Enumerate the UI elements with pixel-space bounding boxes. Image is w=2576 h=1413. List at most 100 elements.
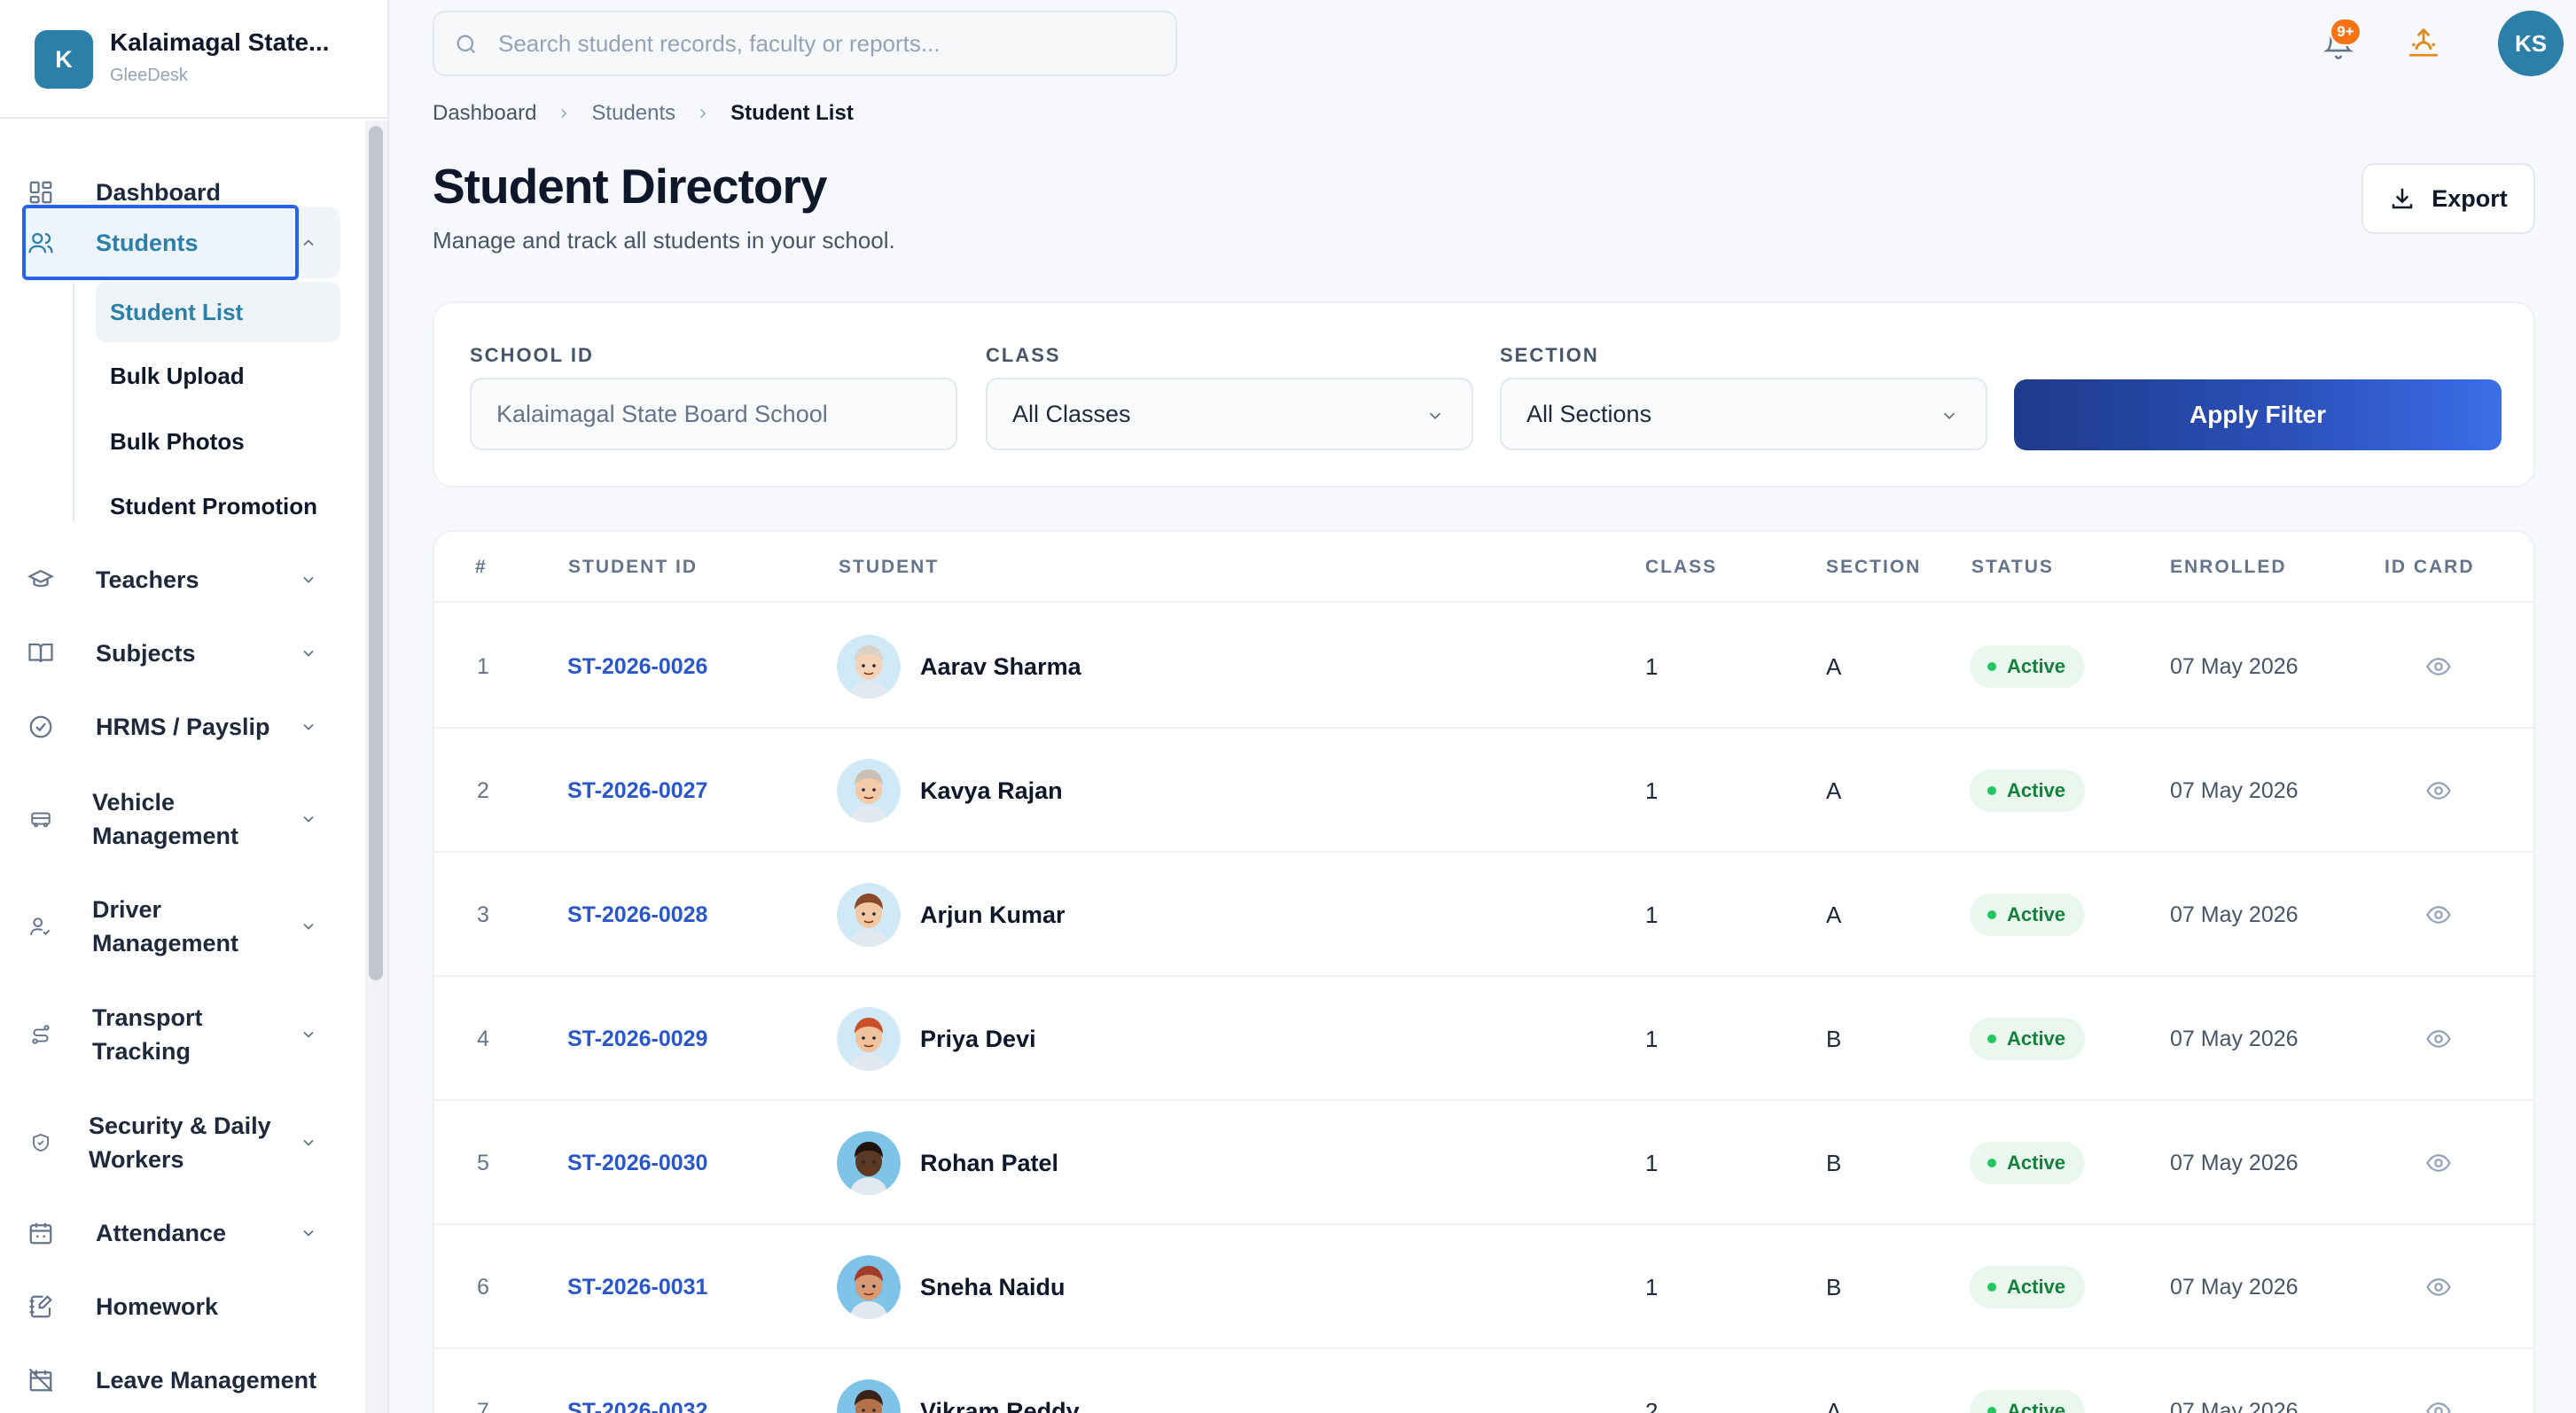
sidebar-subitem-student-list[interactable]: Student List [96,282,340,342]
table-row[interactable]: 4 ST-2026-0029 Priya Devi 1 B Active 07 … [434,977,2533,1101]
section-select[interactable]: All Sections [1500,378,1987,450]
student-class: 1 [1645,901,1659,928]
view-id-card-button[interactable] [2425,1101,2455,1225]
column-header-enrolled[interactable]: ENROLLED [2170,557,2287,578]
sidebar-item-label: Driver Management [92,896,239,956]
sidebar-item-hrms-payslip[interactable]: HRMS / Payslip [25,702,340,752]
student-id-link[interactable]: ST-2026-0027 [567,729,707,853]
student-cell: Vikram Reddy [837,1349,1080,1413]
status-badge: Active [1970,894,2086,936]
sidebar-item-attendance[interactable]: Attendance [25,1208,340,1258]
sidebar-item-subjects[interactable]: Subjects [25,628,340,678]
brand-logo[interactable]: K [35,30,93,89]
status-dot [1987,1283,1996,1292]
export-button[interactable]: Export [2361,163,2535,234]
search-input[interactable] [498,12,1154,74]
status-badge: Active [1970,1266,2086,1308]
chevron-down-icon[interactable] [300,718,317,736]
student-id-link[interactable]: ST-2026-0026 [567,605,707,729]
chevron-down-icon[interactable] [300,1224,317,1242]
search-box[interactable] [433,11,1177,76]
sidebar-subitem-student-promotion[interactable]: Student Promotion [96,476,340,536]
column-header-status[interactable]: STATUS [1971,557,2054,578]
sidebar-item-teachers[interactable]: Teachers [25,555,340,605]
column-header-student-id[interactable]: STUDENT ID [568,557,698,578]
view-id-card-button[interactable] [2425,729,2455,853]
school-id-label: SCHOOL ID [470,344,594,366]
enrolled-date: 07 May 2026 [2170,653,2299,679]
sidebar: K Kalaimagal State... GleeDesk Dashboard… [0,0,389,1413]
view-id-card-button[interactable] [2425,1349,2455,1413]
view-id-card-button[interactable] [2425,853,2455,977]
sidebar-item-transport-tracking[interactable]: Transport Tracking [25,999,340,1070]
chevron-up-icon[interactable] [300,234,317,252]
eye-icon [2425,777,2452,804]
table-row[interactable]: 7 ST-2026-0032 Vikram Reddy 2 A Active 0… [434,1349,2533,1413]
column-header-section[interactable]: SECTION [1826,557,1921,578]
submenu-guide-line [73,284,74,521]
view-id-card-button[interactable] [2425,1225,2455,1349]
column-header-student[interactable]: STUDENT [839,557,939,578]
student-id-link[interactable]: ST-2026-0031 [567,1225,707,1349]
chevron-down-icon[interactable] [300,571,317,589]
sidebar-subitem-bulk-upload[interactable]: Bulk Upload [96,346,340,406]
sidebar-item-security-daily-workers[interactable]: Security & Daily Workers [25,1107,340,1178]
status-cell: Active [1970,1349,2086,1413]
sidebar-subitem-bulk-photos[interactable]: Bulk Photos [96,411,340,472]
status-cell: Active [1970,1101,2086,1225]
student-class: 2 [1645,1397,1659,1413]
student-cell: Aarav Sharma [837,605,1081,729]
table-row[interactable]: 1 ST-2026-0026 Aarav Sharma 1 A Active 0… [434,605,2533,729]
breadcrumb-dashboard[interactable]: Dashboard [433,101,536,126]
status-badge: Active [1970,645,2086,688]
sidebar-item-label: Teachers [96,566,199,593]
chevron-down-icon [1940,406,1959,425]
breadcrumb-students[interactable]: Students [591,101,675,126]
page-title: Student Directory [433,159,827,214]
apply-filter-button[interactable]: Apply Filter [2014,379,2502,450]
class-select[interactable]: All Classes [986,378,1473,450]
eye-icon [2425,1274,2452,1300]
user-check-icon [25,910,57,942]
chevron-down-icon[interactable] [300,917,317,935]
chevron-down-icon[interactable] [300,1026,317,1043]
view-id-card-button[interactable] [2425,977,2455,1101]
status-text: Active [2007,655,2066,677]
student-avatar [837,635,901,699]
school-id-field[interactable]: Kalaimagal State Board School [470,378,957,450]
student-name: Vikram Reddy [920,1397,1080,1413]
sidebar-item-leave-management[interactable]: Leave Management [25,1355,340,1405]
sidebar-scrollbar-thumb[interactable] [369,126,383,980]
enrolled-date: 07 May 2026 [2170,1398,2299,1413]
student-id-link[interactable]: ST-2026-0029 [567,977,707,1101]
student-section: A [1826,1397,1842,1413]
student-id-link[interactable]: ST-2026-0028 [567,853,707,977]
sidebar-item-vehicle-management[interactable]: Vehicle Management [25,784,340,855]
view-id-card-button[interactable] [2425,605,2455,729]
sidebar-item-driver-management[interactable]: Driver Management [25,891,340,962]
eye-icon [2425,1398,2452,1413]
student-id-link[interactable]: ST-2026-0032 [567,1349,707,1413]
sidebar-item-students[interactable]: Students [25,218,340,268]
chevron-down-icon[interactable] [300,810,317,828]
student-section: B [1826,1273,1842,1300]
chevron-down-icon[interactable] [300,1134,317,1151]
sidebar-item-label: Subjects [96,640,196,667]
download-icon [2389,185,2416,212]
table-row[interactable]: 6 ST-2026-0031 Sneha Naidu 1 B Active 07… [434,1225,2533,1349]
student-avatar [837,1379,901,1413]
student-avatar [837,759,901,823]
book-icon [25,637,57,669]
table-row[interactable]: 5 ST-2026-0030 Rohan Patel 1 B Active 07… [434,1101,2533,1225]
column-header-class[interactable]: CLASS [1645,557,1717,578]
sidebar-item-homework[interactable]: Homework [25,1282,340,1331]
user-avatar[interactable]: KS [2498,11,2564,76]
chevron-down-icon[interactable] [300,644,317,662]
table-row[interactable]: 3 ST-2026-0028 Arjun Kumar 1 A Active 07… [434,853,2533,977]
upload-button[interactable] [2404,23,2443,62]
status-badge: Active [1970,1142,2086,1184]
student-id-link[interactable]: ST-2026-0030 [567,1101,707,1225]
calendar-off-icon [25,1364,57,1396]
table-row[interactable]: 2 ST-2026-0027 Kavya Rajan 1 A Active 07… [434,729,2533,853]
status-cell: Active [1970,977,2086,1101]
